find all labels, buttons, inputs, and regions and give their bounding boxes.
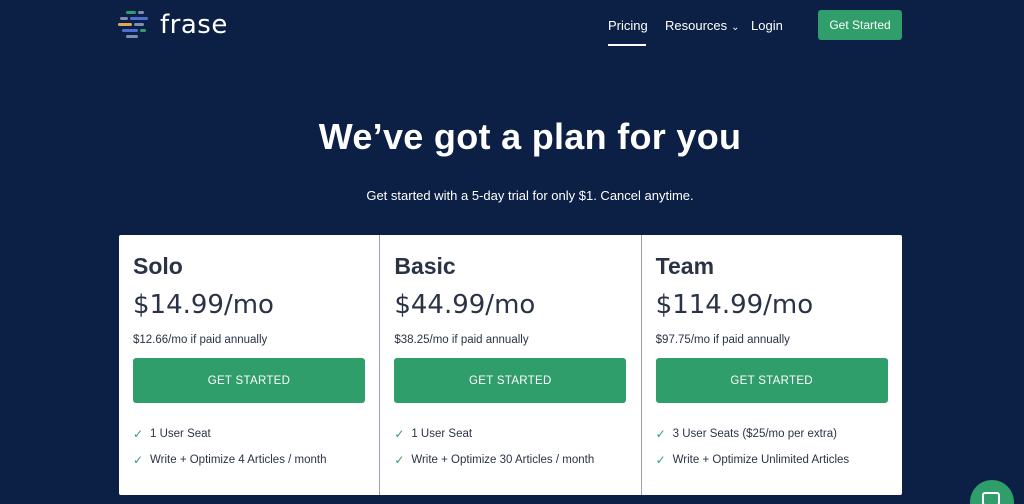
feature-label: Write + Optimize 30 Articles / month (411, 454, 595, 466)
get-started-solo-button[interactable]: GET STARTED (133, 358, 365, 403)
plan-annual-price: $12.66/mo if paid annually (133, 334, 268, 346)
nav-pricing-link[interactable]: Pricing (608, 18, 648, 46)
feature-item: ✓ Write + Optimize 4 Articles / month (133, 447, 365, 473)
feature-label: 1 User Seat (150, 428, 211, 440)
brand-name: frase (160, 10, 228, 40)
feature-item: ✓ Write + Optimize 30 Articles / month (394, 447, 626, 473)
feature-label: Write + Optimize 4 Articles / month (150, 454, 327, 466)
plan-price: $44.99/mo (394, 290, 536, 320)
frase-logo-icon (118, 9, 152, 41)
check-icon: ✓ (655, 427, 666, 441)
hero-title: We’ve got a plan for you (318, 116, 742, 157)
plan-name: Team (655, 253, 715, 279)
nav-login-link[interactable]: Login (751, 18, 783, 33)
feature-list: ✓ 1 User Seat ✓ Write + Optimize 4 Article… (133, 421, 365, 473)
feature-list: ✓ 1 User Seat ✓ Write + Optimize 30 Articl… (394, 421, 626, 473)
chat-icon (982, 492, 1000, 504)
plan-name: Basic (394, 253, 456, 279)
plan-annual-price: $38.25/mo if paid annually (394, 334, 529, 346)
top-nav: frase Pricing Resources ⌄ Login Get Start… (0, 0, 1024, 56)
hero-subtitle: Get started with a 5-day trial for only … (366, 188, 694, 203)
check-icon: ✓ (133, 453, 144, 467)
feature-label: 1 User Seat (411, 428, 473, 440)
chevron-down-icon: ⌄ (731, 22, 740, 33)
get-started-basic-button[interactable]: GET STARTED (394, 358, 627, 403)
feature-label: 3 User Seats ($25/mo per extra) (672, 428, 837, 440)
get-started-nav-button[interactable]: Get Started (818, 10, 902, 40)
nav-resources-dropdown[interactable]: Resources ⌄ (665, 18, 740, 33)
pricing-plans: Solo $14.99/mo $12.66/mo if paid annuall… (119, 235, 902, 495)
plan-annual-price: $97.75/mo if paid annually (655, 334, 790, 346)
feature-item: ✓ 3 User Seats ($25/mo per extra) (656, 421, 888, 447)
plan-card-basic: Basic $44.99/mo $38.25/mo if paid annual… (379, 235, 640, 495)
chat-widget-button[interactable] (970, 480, 1014, 504)
feature-item: ✓ 1 User Seat (394, 421, 626, 447)
check-icon: ✓ (394, 427, 405, 441)
check-icon: ✓ (133, 427, 144, 441)
feature-label: Write + Optimize Unlimited Articles (672, 454, 850, 466)
nav-resources-label: Resources (665, 18, 728, 33)
check-icon: ✓ (655, 453, 666, 467)
plan-card-solo: Solo $14.99/mo $12.66/mo if paid annuall… (119, 235, 379, 495)
plan-price: $14.99/mo (133, 290, 274, 320)
plan-price: $114.99/mo (655, 290, 814, 320)
feature-item: ✓ 1 User Seat (133, 421, 365, 447)
feature-item: ✓ Write + Optimize Unlimited Articles (656, 447, 888, 473)
plan-name: Solo (133, 253, 183, 279)
brand-logo[interactable]: frase (118, 9, 228, 41)
get-started-team-button[interactable]: GET STARTED (655, 358, 888, 403)
plan-card-team: Team $114.99/mo $97.75/mo if paid annual… (640, 235, 902, 495)
feature-list: ✓ 3 User Seats ($25/mo per extra) ✓ Write … (656, 421, 888, 473)
check-icon: ✓ (394, 453, 405, 467)
